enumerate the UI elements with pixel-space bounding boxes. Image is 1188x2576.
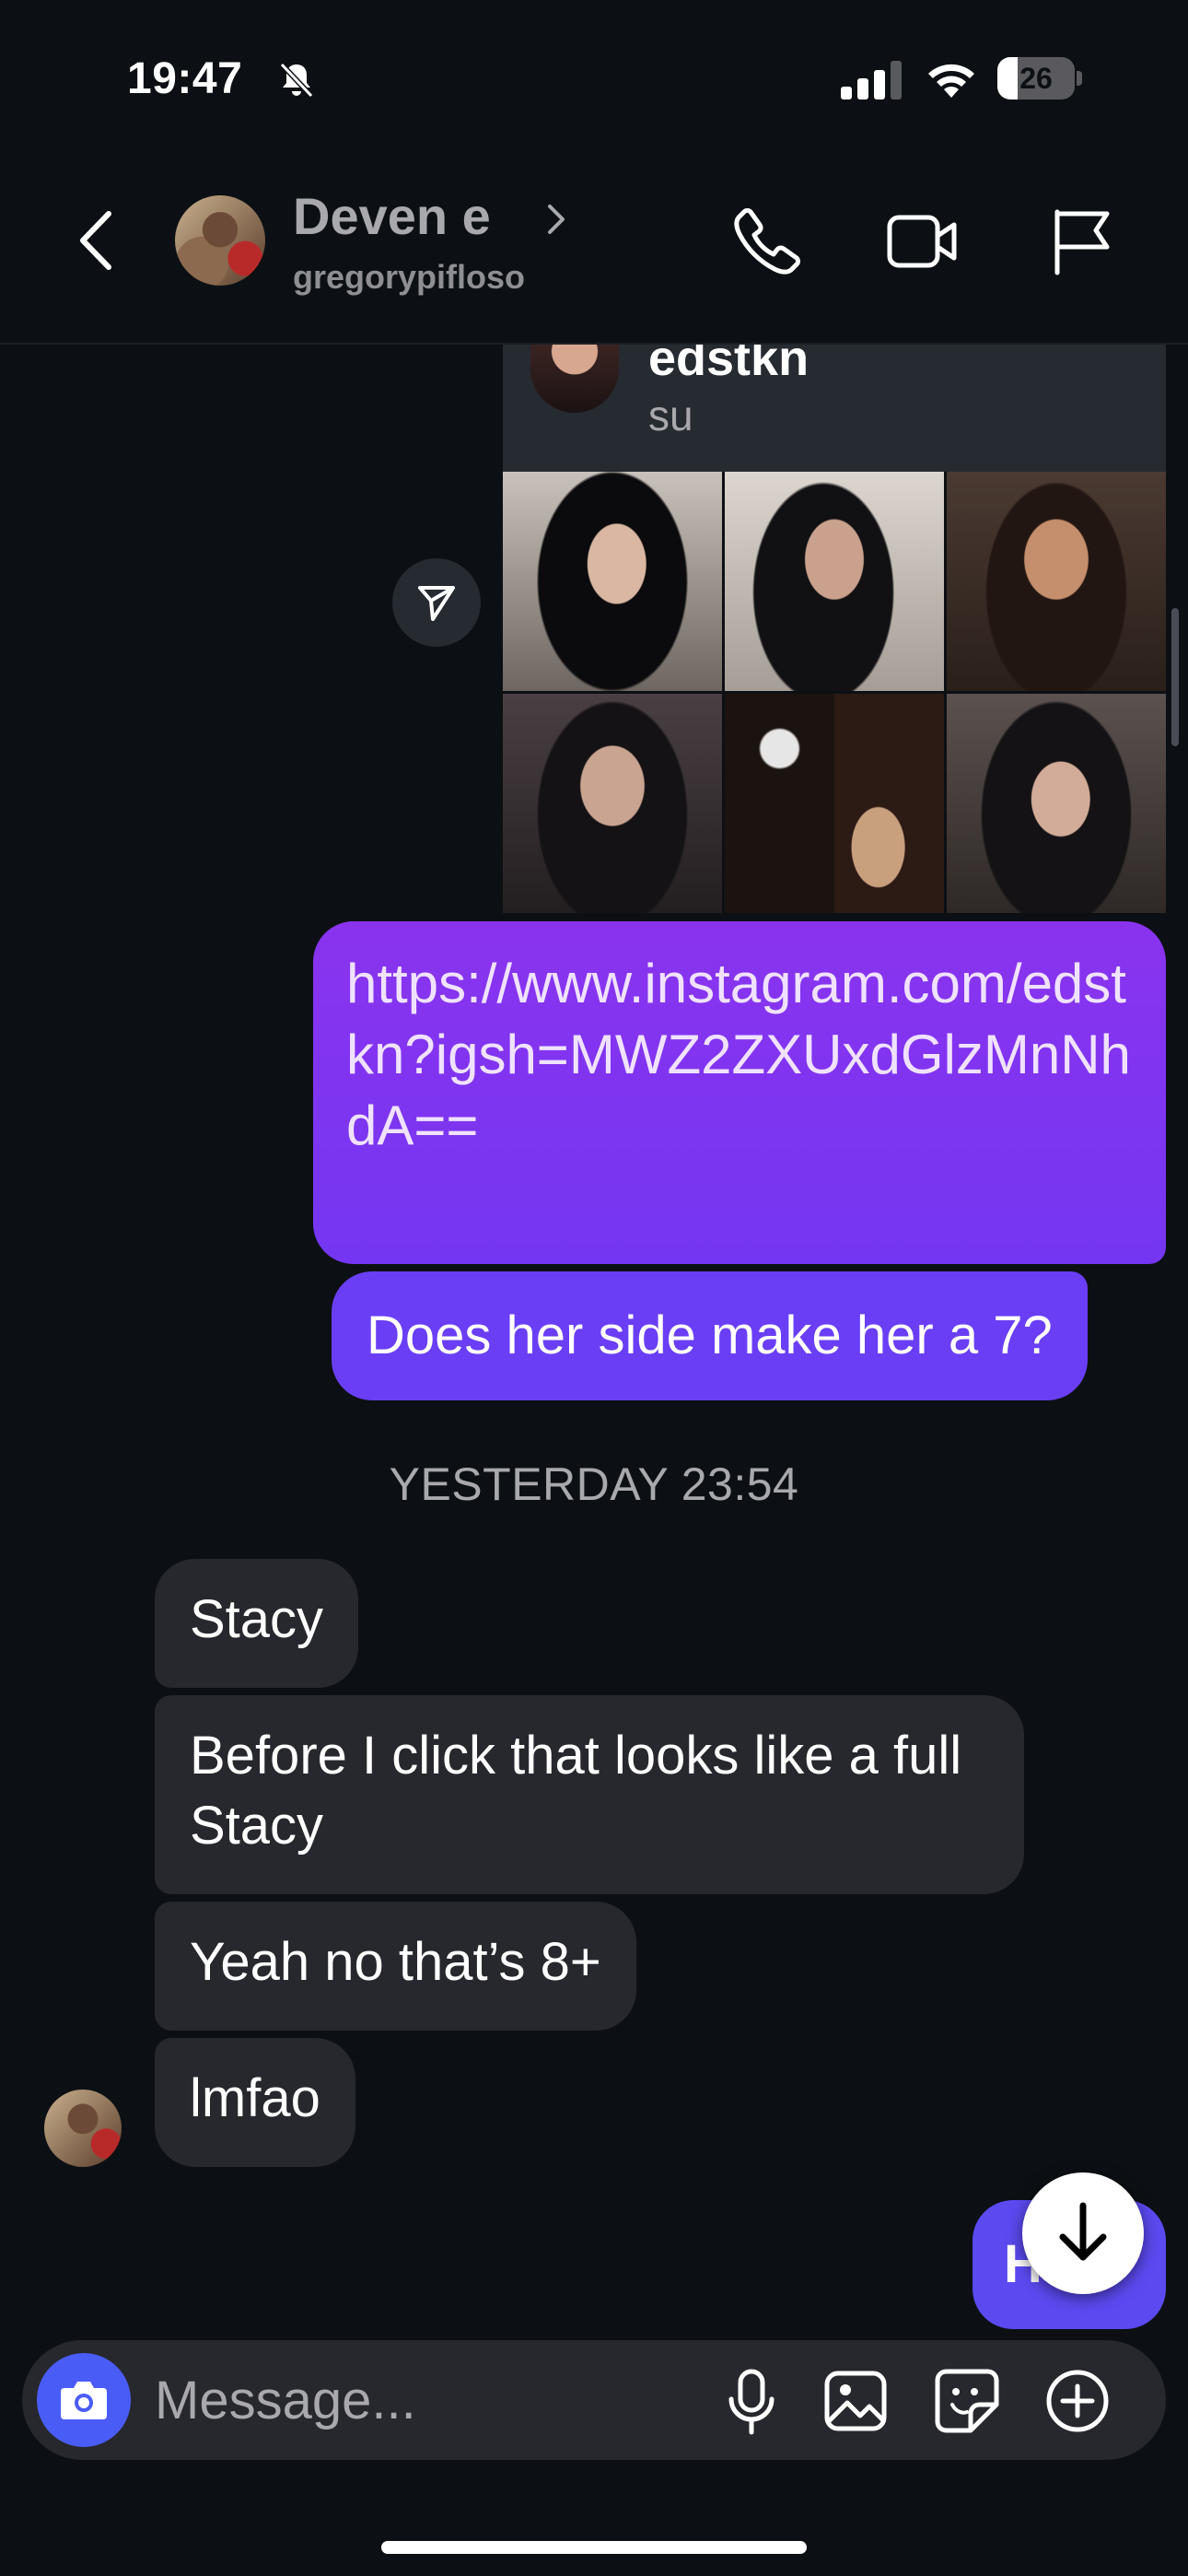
gallery-icon[interactable] [823, 2370, 888, 2432]
wifi-icon [928, 64, 974, 98]
video-call-icon[interactable] [886, 210, 960, 273]
status-bar: 19:47 26 [0, 0, 1188, 147]
arrow-down-icon [1059, 2202, 1107, 2261]
sticker-icon[interactable] [934, 2368, 1000, 2434]
plus-circle-icon[interactable] [1044, 2368, 1111, 2434]
scroll-to-bottom-button[interactable] [1022, 2172, 1144, 2294]
incoming-message[interactable]: Yeah no that’s 8+ [155, 1902, 636, 2031]
battery-level: 26 [1019, 62, 1053, 95]
signal-icon [841, 61, 902, 100]
message-composer [22, 2340, 1166, 2460]
message-text: Stacy [190, 1589, 324, 1649]
message-text: Does her side make her a 7? [367, 1306, 1053, 1365]
outgoing-link-message[interactable]: https://www.instagram.com/edstkn?igsh=MW… [313, 921, 1166, 1264]
incoming-message[interactable]: Before I click that looks like a full St… [155, 1695, 1024, 1894]
shared-profile-avatar [530, 345, 619, 413]
send-icon [418, 586, 455, 621]
contact-avatar[interactable] [175, 195, 265, 286]
shared-profile-header[interactable]: edstkn su [503, 345, 1166, 472]
battery-cap [1077, 71, 1082, 86]
chat-header: Deven e gregorypifloso [0, 147, 1188, 345]
contact-username[interactable]: gregorypifloso [293, 258, 525, 297]
incoming-message[interactable]: Stacy [155, 1559, 359, 1688]
sender-avatar[interactable] [44, 2090, 122, 2167]
bell-off-icon [279, 62, 314, 99]
profile-photo[interactable] [503, 472, 722, 691]
message-timestamp: YESTERDAY 23:54 [389, 1458, 799, 1510]
message-text: Before I click that looks like a full St… [190, 1726, 962, 1856]
shared-profile-username: edstkn [648, 345, 809, 386]
contact-name[interactable]: Deven e [293, 186, 491, 246]
profile-photo[interactable] [947, 694, 1166, 913]
message-link[interactable]: https://www.instagram.com/edstkn?igsh=MW… [346, 953, 1131, 1156]
phone-call-icon[interactable] [732, 206, 802, 276]
camera-icon [61, 2382, 107, 2419]
shared-profile-card[interactable]: edstkn su [503, 345, 1166, 914]
profile-photo[interactable] [947, 472, 1166, 691]
profile-photo[interactable] [725, 472, 944, 691]
back-icon[interactable] [74, 208, 120, 273]
incoming-message[interactable]: lmfao [155, 2038, 355, 2167]
profile-photo[interactable] [725, 694, 944, 913]
chat-screen: 19:47 26 edstkn su https://www.instagram… [0, 0, 1188, 2576]
outgoing-message[interactable]: Does her side make her a 7? [332, 1271, 1088, 1400]
message-text: lmfao [190, 2068, 320, 2128]
camera-button[interactable] [37, 2353, 131, 2447]
profile-photo[interactable] [503, 694, 722, 913]
microphone-icon[interactable] [724, 2368, 779, 2436]
status-time: 19:47 [127, 54, 243, 103]
flag-icon[interactable] [1050, 206, 1114, 276]
shared-profile-name: su [648, 392, 693, 439]
shared-profile-photo-grid[interactable] [503, 472, 1166, 914]
battery-indicator: 26 [997, 57, 1082, 100]
home-indicator[interactable] [381, 2541, 807, 2554]
battery-body: 26 [997, 57, 1075, 100]
chat-scrollbar[interactable] [1171, 608, 1179, 746]
message-text: Yeah no that’s 8+ [190, 1932, 601, 1992]
message-input[interactable] [155, 2366, 670, 2434]
share-button[interactable] [392, 558, 481, 647]
chevron-right-icon[interactable] [545, 203, 567, 236]
